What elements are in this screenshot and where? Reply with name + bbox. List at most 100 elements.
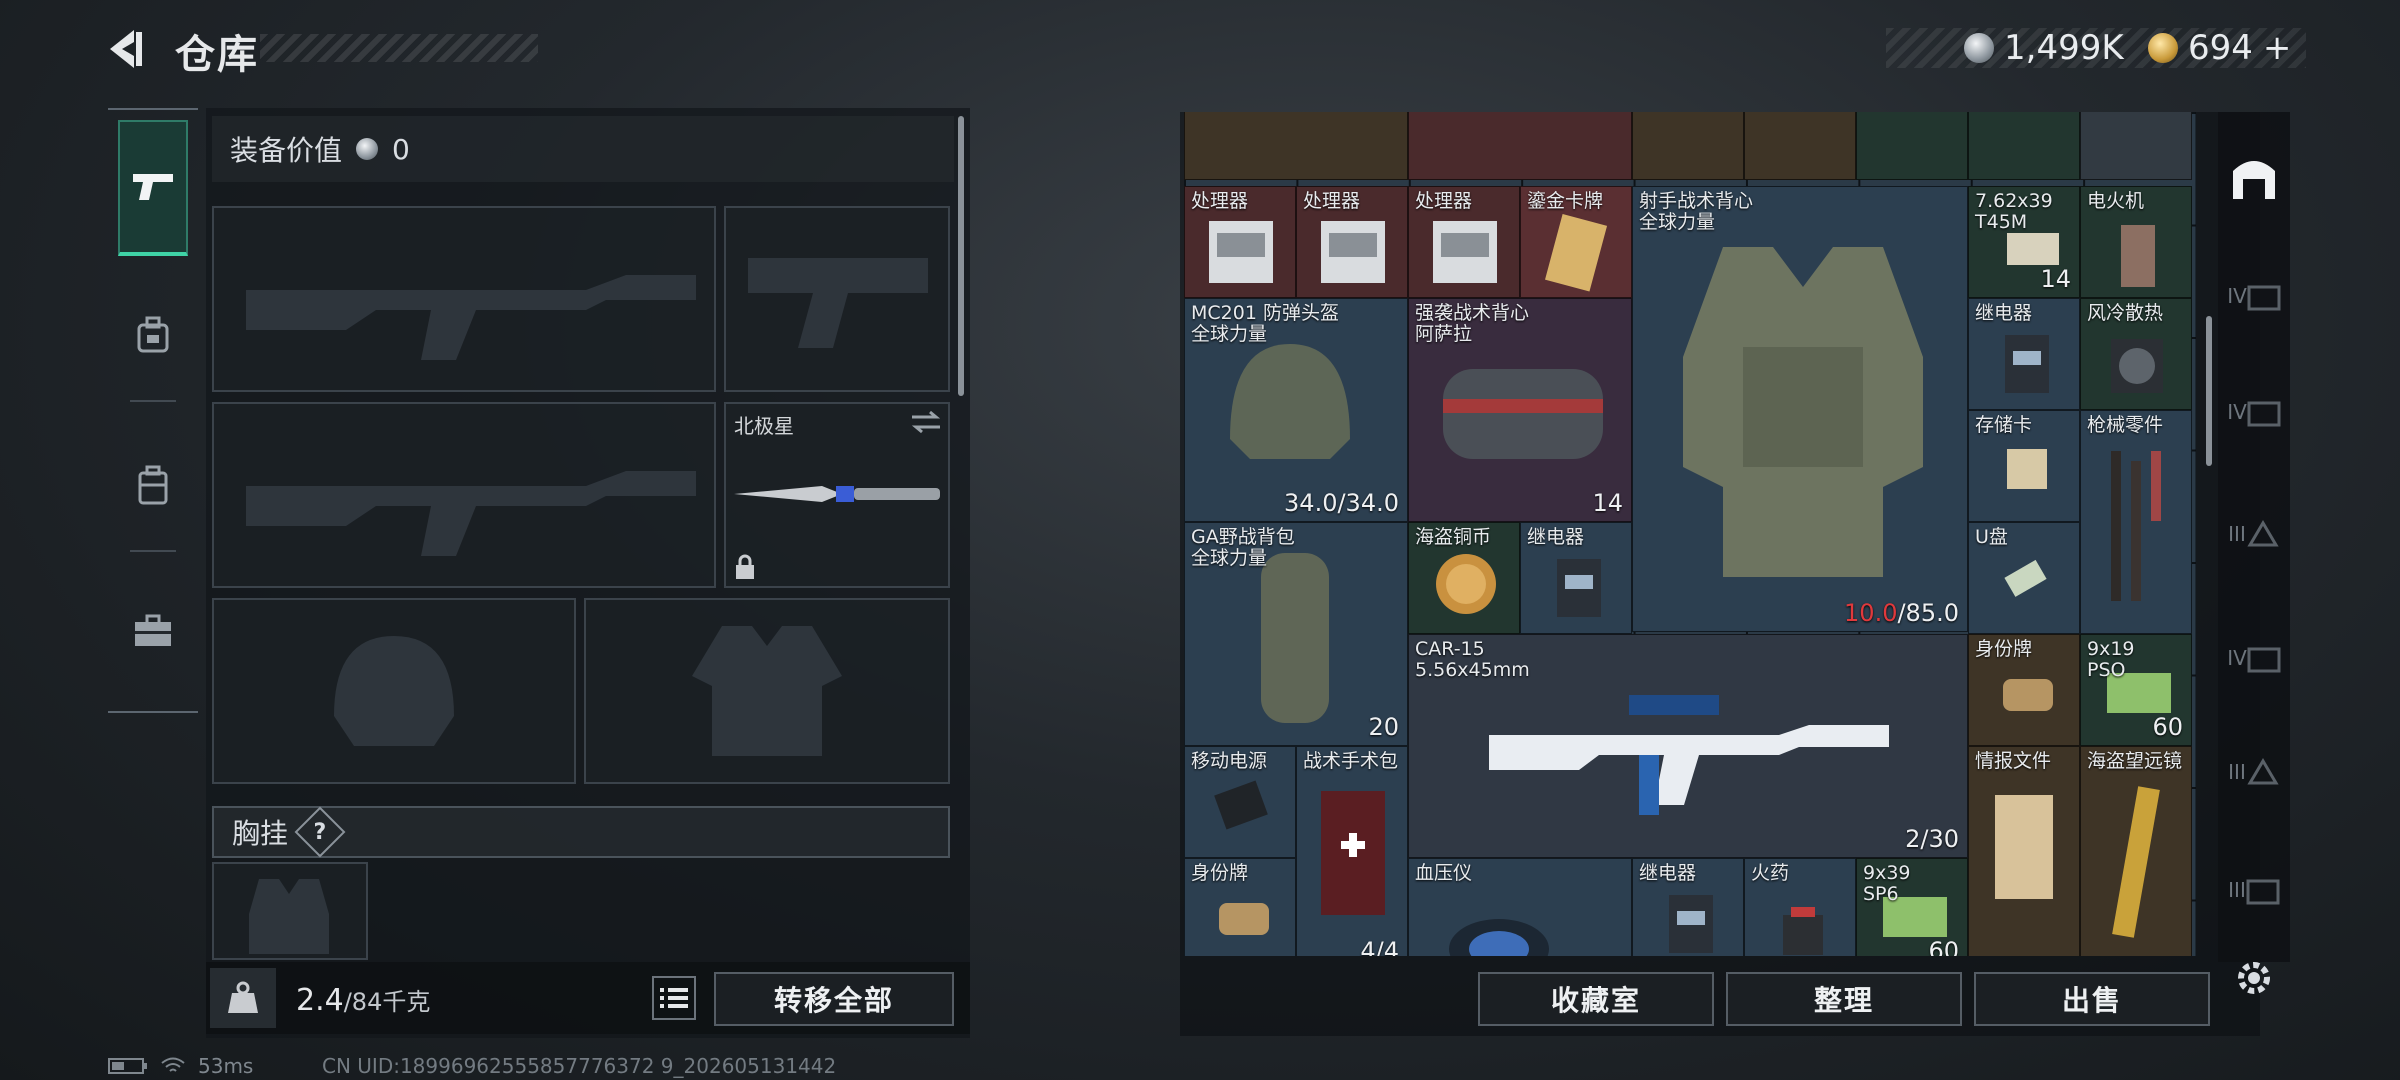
stash-item[interactable]: 继电器 (1632, 858, 1744, 956)
stash-item[interactable]: 情报文件 (1968, 746, 2080, 956)
collection-room-button[interactable]: 收藏室 (1478, 972, 1714, 1026)
dog-tag-icon (2003, 679, 2053, 711)
stash-item[interactable]: 9x19 PSO 60 (2080, 634, 2192, 746)
stash-item-rifle[interactable]: CAR-15 5.56x45mm 2/30 (1408, 634, 1968, 858)
stash-page-4[interactable]: IV (2222, 626, 2286, 690)
tab-backpacks[interactable] (118, 450, 188, 520)
helmet-slot[interactable] (212, 598, 576, 784)
stash-item[interactable]: 火药 (1744, 858, 1856, 956)
relay-icon (1669, 895, 1713, 953)
stash-item[interactable]: 鎏金卡牌 (1520, 186, 1632, 298)
list-view-button[interactable] (652, 976, 696, 1020)
stash-item[interactable]: 存储卡 (1968, 410, 2080, 522)
melee-slot[interactable]: 北极星 (724, 402, 950, 588)
swap-icon[interactable] (910, 410, 942, 434)
gold-currency[interactable]: 694 + (2148, 28, 2291, 68)
user-uid: CN UID:18996962555857776372 9_2026051314… (322, 1054, 837, 1078)
stash-item[interactable] (1856, 112, 1968, 180)
stash-item[interactable] (2080, 112, 2192, 180)
stash-page-5[interactable]: III (2222, 740, 2286, 804)
triangle-icon (2247, 758, 2279, 785)
item-name: 处理器 (1303, 190, 1361, 212)
item-count: 10.0/85.0 (1844, 599, 1959, 627)
stash-item[interactable]: 继电器 (1520, 522, 1632, 634)
stash-item[interactable]: MC201 防弹头盔 全球力量 34.0/34.0 (1184, 298, 1408, 522)
stash-scrollbar[interactable] (2206, 316, 2212, 466)
stash-item[interactable]: 处理器 (1408, 186, 1520, 298)
stash-item[interactable]: 继电器 (1968, 298, 2080, 410)
item-name: 枪械零件 (2087, 414, 2164, 436)
kettlebell-icon (228, 981, 258, 1013)
stash-item[interactable]: 9x39 SP6 60 (1856, 858, 1968, 956)
stash-page-1[interactable]: IV (2222, 264, 2286, 328)
item-name: 处理器 (1191, 190, 1249, 212)
chest-rig-help-button[interactable]: ? (294, 806, 346, 858)
settings-button[interactable] (2222, 946, 2286, 1010)
equipment-value-label: 装备价值 (230, 134, 343, 167)
armor-slot[interactable] (584, 598, 950, 784)
stash-item[interactable] (1408, 112, 1632, 180)
stash-item[interactable]: GA野战背包 全球力量 20 (1184, 522, 1408, 746)
tab-weapons[interactable] (118, 120, 188, 256)
stash-item[interactable]: 7.62x39 T45M 14 (1968, 186, 2080, 298)
item-name: MC201 防弹头盔 全球力量 (1191, 302, 1339, 345)
stash-item[interactable]: 枪械零件 (2080, 410, 2192, 634)
backpack-icon (138, 465, 168, 505)
briefcase-icon (135, 614, 171, 646)
stash-item[interactable] (1968, 112, 2080, 180)
stash-item[interactable]: 处理器 (1296, 186, 1408, 298)
medkit-icon (2247, 647, 2281, 673)
stash-item[interactable] (1184, 112, 1408, 180)
sell-button[interactable]: 出售 (1974, 972, 2210, 1026)
stash-item[interactable]: 强袭战术背心 阿萨拉 14 (1408, 298, 1632, 522)
vest-durability-max: /85.0 (1897, 599, 1959, 627)
sidearm-slot[interactable] (724, 206, 950, 392)
stash-item[interactable] (1632, 112, 1744, 180)
stash-item[interactable]: 处理器 (1184, 186, 1296, 298)
stash-item[interactable]: 电火机 (2080, 186, 2192, 298)
card-icon (1545, 213, 1608, 292)
secondary-weapon-slot[interactable] (212, 402, 716, 588)
transfer-all-button[interactable]: 转移全部 (714, 972, 954, 1026)
item-name: 7.62x39 T45M (1975, 190, 2053, 233)
sort-button[interactable]: 整理 (1726, 972, 1962, 1026)
equipment-value-bar: 装备价值 0 (212, 116, 954, 182)
item-name: 射手战术背心 全球力量 (1639, 190, 1754, 233)
gold-amount: 694 (2188, 28, 2253, 68)
coin-icon (1436, 554, 1496, 614)
tab-cases[interactable] (118, 596, 188, 666)
stash-home-button[interactable] (2222, 144, 2286, 208)
stash-item-vest[interactable]: 射手战术背心 全球力量 10.0/85.0 (1632, 186, 1968, 632)
duffel-bag-icon (1261, 553, 1329, 723)
rail-divider (130, 400, 176, 402)
tactical-vest-icon (1683, 247, 1923, 577)
stash-item[interactable] (1744, 112, 1856, 180)
processor-icon (1209, 221, 1273, 283)
stash-page-2[interactable]: IV (2222, 380, 2286, 444)
backpack-icon (1443, 369, 1603, 459)
item-count: 4/4 (1360, 937, 1399, 956)
stash-item[interactable]: 身份牌 (1968, 634, 2080, 746)
page-title: 仓库 (175, 32, 259, 78)
stash-item[interactable]: 海盗铜币 (1408, 522, 1520, 634)
gold-coin-icon (2148, 33, 2178, 63)
primary-weapon-slot[interactable] (212, 206, 716, 392)
add-gold-button[interactable]: + (2263, 28, 2292, 68)
stash-page-6[interactable]: III (2222, 858, 2286, 922)
stash-item[interactable]: 身份牌 (1184, 858, 1296, 956)
stash-item[interactable]: 血压仪 (1408, 858, 1632, 956)
item-count: 14 (2040, 265, 2071, 293)
tab-helmets[interactable] (118, 300, 188, 370)
stash-page-3[interactable]: III (2222, 502, 2286, 566)
chest-rig-slot[interactable] (212, 862, 368, 960)
item-name: 鎏金卡牌 (1527, 190, 1604, 212)
back-button[interactable] (104, 26, 150, 72)
stash-item[interactable]: 海盗望远镜 (2080, 746, 2192, 956)
stash-item[interactable]: 移动电源 (1184, 746, 1296, 858)
surgery-kit-icon (1321, 791, 1385, 915)
rifle-silhouette-icon (246, 275, 696, 360)
stash-item[interactable]: U盘 (1968, 522, 2080, 634)
stash-item[interactable]: 风冷散热 (2080, 298, 2192, 410)
equipment-scrollbar[interactable] (958, 116, 964, 396)
stash-item[interactable]: 战术手术包 4/4 (1296, 746, 1408, 956)
